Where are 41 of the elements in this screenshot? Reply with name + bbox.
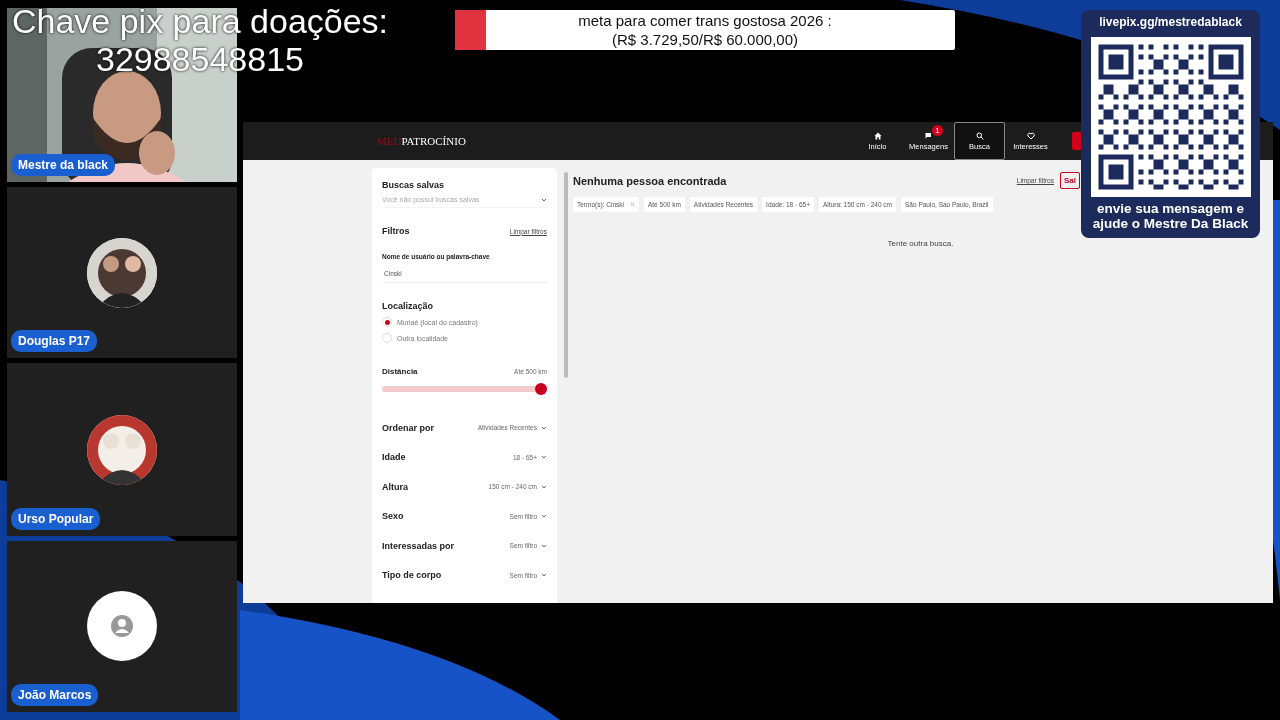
location-title: Localização [382, 301, 435, 311]
qr-caption: ajude o Mestre Da Black [1092, 216, 1249, 231]
save-button[interactable]: Sal [1060, 172, 1080, 189]
close-icon[interactable] [629, 201, 635, 208]
filter-label: Altura [382, 481, 408, 492]
home-icon [873, 131, 882, 140]
participant-name: Douglas P17 [11, 330, 98, 353]
qr-code-icon [1089, 37, 1252, 197]
qr-caption: envie sua mensagem e [1096, 201, 1245, 216]
results-title: Nenhuma pessoa encontrada [573, 174, 727, 187]
filters-title: Filtros [382, 226, 410, 236]
chevron-icon [541, 573, 547, 578]
site-logo[interactable]: MEUPATROCÍNIO [377, 135, 466, 147]
filter-label: Ordenar por [382, 422, 434, 433]
participant-name: João Marcos [11, 684, 99, 706]
header-button[interactable] [1072, 132, 1081, 150]
goal-amount: (R$ 3.729,50/R$ 60.000,00) [612, 30, 798, 49]
chevron-icon [541, 514, 547, 519]
empty-message: Tente outra busca. [887, 239, 954, 248]
chevron-icon [541, 425, 547, 430]
slider-thumb[interactable] [535, 383, 547, 395]
search-icon [975, 131, 984, 140]
participant-name: Mestre da black [11, 154, 116, 177]
distance-slider[interactable] [382, 383, 547, 395]
participant-name: Urso Popular [11, 507, 101, 530]
filter-label: Interessadas por [382, 540, 455, 551]
saved-searches-title: Buscas salvas [382, 180, 446, 190]
filter-label: Idade [382, 452, 406, 463]
heart-icon [1026, 131, 1035, 140]
distance-label: Distância [382, 367, 418, 376]
chevron-icon [541, 543, 547, 548]
scrollbar-thumb[interactable] [563, 172, 568, 378]
chevron-icon [541, 484, 547, 489]
notification-badge: 1 [932, 125, 943, 136]
person-icon [110, 614, 134, 639]
goal-title: meta para comer trans gostosa 2026 : [578, 11, 832, 30]
chevron-icon [541, 455, 547, 460]
filter-label: Sexo [382, 511, 404, 522]
qr-url: livepix.gg/mestredablack [1099, 15, 1242, 29]
filter-label: Tipo de corpo [382, 570, 442, 581]
chevron-icon [541, 197, 547, 202]
